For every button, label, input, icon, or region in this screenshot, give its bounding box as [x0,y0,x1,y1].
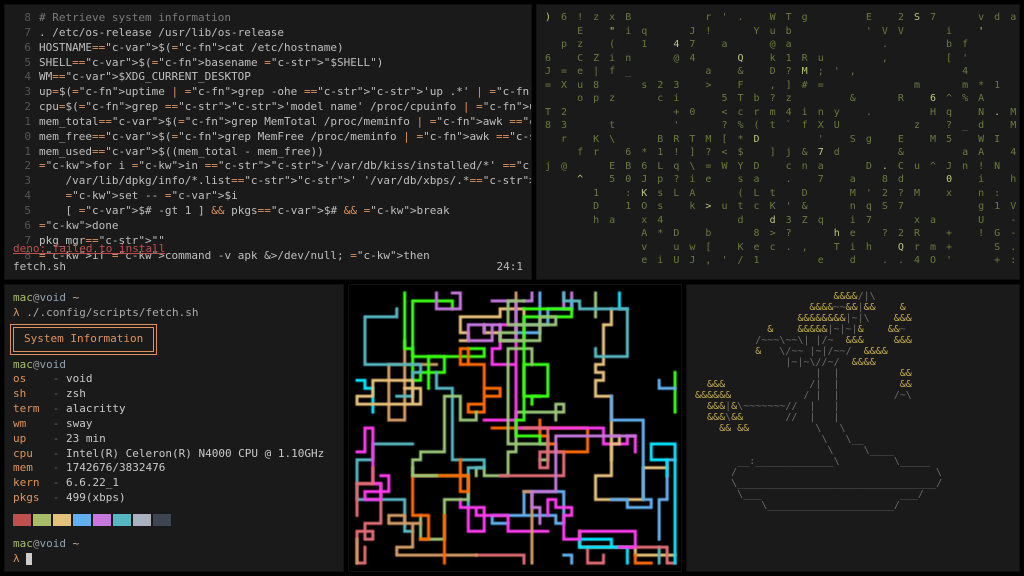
command-line: λ ./.config/scripts/fetch.sh [13,306,335,321]
editor-gutter: 87654321012345678 [5,11,31,263]
prompt-user: mac [13,291,33,304]
prompt-cursor-line[interactable]: λ [13,552,335,567]
pipes-canvas [349,285,681,571]
code-editor-pane[interactable]: 87654321012345678 # Retrieve system info… [4,4,532,280]
editor-error-line: deno: failed to install [13,242,165,257]
cmatrix-pane: ) 6 ! z x B r ' . W T g E 2 S 7 v d a c … [536,4,1020,280]
terminal-cursor [26,553,32,565]
prompt-host: void [40,291,67,304]
prompt-path: ~ [73,291,80,304]
prompt-line: mac@void ~ [13,291,335,306]
typed-command: ./.config/scripts/fetch.sh [26,306,198,319]
sysinfo-list: os - voidsh - zshterm - alacrittywm - sw… [13,372,335,506]
ascii-bonsai-pane: &&&&/|\ &&&&~~&&|&& & &&&&&&&&|~|\ &&& &… [686,284,1020,572]
prompt-line-2: mac@void ~ [13,537,335,552]
userhost-line: mac@void [13,358,335,373]
sysinfo-box: System Information [13,327,154,352]
lambda-glyph: λ [13,306,20,319]
pipes-pane [348,284,682,572]
color-swatches [13,514,335,531]
terminal-pane[interactable]: mac@void ~ λ ./.config/scripts/fetch.sh … [4,284,344,572]
editor-filename: fetch.sh [13,260,66,273]
editor-status-bar: fetch.sh 24:1 [13,260,523,275]
editor-code[interactable]: # Retrieve system information. /etc/os-r… [39,11,527,263]
editor-cursor-pos: 24:1 [497,260,524,275]
bonsai-art: &&&&/|\ &&&&~~&&|&& & &&&&&&&&|~|\ &&& &… [695,291,1011,511]
prompt-at: @ [33,291,40,304]
